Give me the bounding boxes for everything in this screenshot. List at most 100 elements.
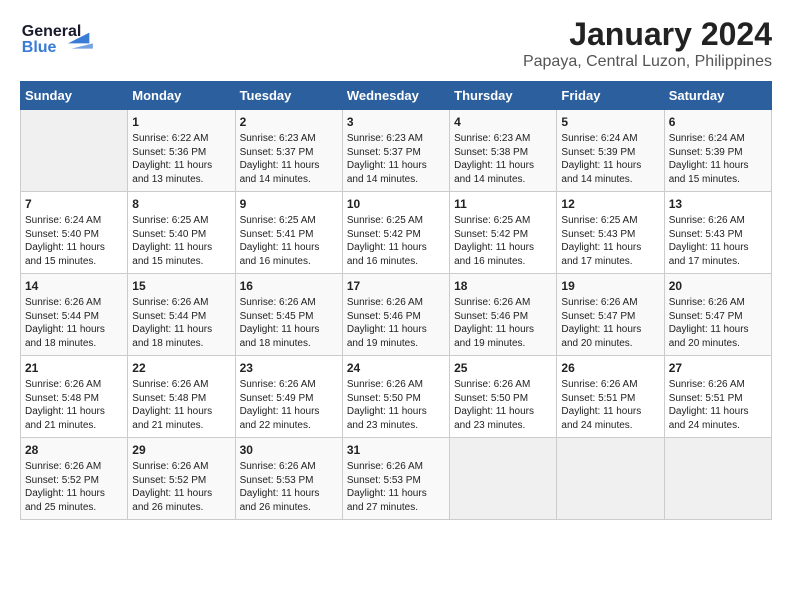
calendar-cell: 30Sunrise: 6:26 AMSunset: 5:53 PMDayligh… [235, 438, 342, 520]
sunset-text: Sunset: 5:43 PM [669, 228, 767, 242]
day-number: 30 [240, 442, 338, 458]
sunset-text: Sunset: 5:51 PM [561, 392, 659, 406]
sunrise-text: Sunrise: 6:23 AM [240, 132, 338, 146]
calendar-cell: 23Sunrise: 6:26 AMSunset: 5:49 PMDayligh… [235, 356, 342, 438]
sunrise-text: Sunrise: 6:26 AM [240, 378, 338, 392]
calendar-cell: 24Sunrise: 6:26 AMSunset: 5:50 PMDayligh… [342, 356, 449, 438]
daylight-text: Daylight: 11 hours and 16 minutes. [240, 241, 338, 268]
sunset-text: Sunset: 5:52 PM [25, 474, 123, 488]
day-number: 26 [561, 360, 659, 376]
sunset-text: Sunset: 5:47 PM [669, 310, 767, 324]
location-title: Papaya, Central Luzon, Philippines [523, 53, 772, 71]
title-section: January 2024 Papaya, Central Luzon, Phil… [523, 16, 772, 71]
calendar-cell: 18Sunrise: 6:26 AMSunset: 5:46 PMDayligh… [450, 274, 557, 356]
calendar-cell: 10Sunrise: 6:25 AMSunset: 5:42 PMDayligh… [342, 192, 449, 274]
day-number: 6 [669, 114, 767, 130]
calendar-cell: 31Sunrise: 6:26 AMSunset: 5:53 PMDayligh… [342, 438, 449, 520]
sunrise-text: Sunrise: 6:26 AM [25, 296, 123, 310]
month-title: January 2024 [523, 16, 772, 53]
sunset-text: Sunset: 5:41 PM [240, 228, 338, 242]
sunrise-text: Sunrise: 6:26 AM [454, 296, 552, 310]
sunset-text: Sunset: 5:44 PM [25, 310, 123, 324]
day-number: 12 [561, 196, 659, 212]
calendar-cell: 28 Sunrise: 6:26 AMSunset: 5:52 PMDayligh… [21, 438, 128, 520]
daylight-text: Daylight: 11 hours and 21 minutes. [132, 405, 230, 432]
calendar-cell: 17Sunrise: 6:26 AMSunset: 5:46 PMDayligh… [342, 274, 449, 356]
sunset-text: Sunset: 5:37 PM [240, 146, 338, 160]
logo: General Blue [20, 16, 100, 60]
daylight-text: Daylight: 11 hours and 26 minutes. [132, 487, 230, 514]
calendar-cell: 29Sunrise: 6:26 AMSunset: 5:52 PMDayligh… [128, 438, 235, 520]
daylight-text: Daylight: 11 hours and 19 minutes. [454, 323, 552, 350]
calendar-cell: 4Sunrise: 6:23 AMSunset: 5:38 PMDaylight… [450, 110, 557, 192]
sunset-text: Sunset: 5:46 PM [454, 310, 552, 324]
daylight-text: Daylight: 11 hours and 13 minutes. [132, 159, 230, 186]
day-number: 5 [561, 114, 659, 130]
calendar-cell: 27Sunrise: 6:26 AMSunset: 5:51 PMDayligh… [664, 356, 771, 438]
day-number: 22 [132, 360, 230, 376]
day-number: 10 [347, 196, 445, 212]
day-number: 2 [240, 114, 338, 130]
sunrise-text: Sunrise: 6:25 AM [561, 214, 659, 228]
daylight-text: Daylight: 11 hours and 21 minutes. [25, 405, 123, 432]
sunrise-text: Sunrise: 6:26 AM [454, 378, 552, 392]
daylight-text: Daylight: 11 hours and 20 minutes. [669, 323, 767, 350]
sunset-text: Sunset: 5:45 PM [240, 310, 338, 324]
daylight-text: Daylight: 11 hours and 17 minutes. [669, 241, 767, 268]
day-number: 19 [561, 278, 659, 294]
sunset-text: Sunset: 5:48 PM [132, 392, 230, 406]
calendar-cell: 19Sunrise: 6:26 AMSunset: 5:47 PMDayligh… [557, 274, 664, 356]
sunset-text: Sunset: 5:39 PM [561, 146, 659, 160]
day-number: 14 [25, 278, 123, 294]
sunrise-text: Sunrise: 6:26 AM [132, 378, 230, 392]
daylight-text: Daylight: 11 hours and 15 minutes. [25, 241, 123, 268]
calendar-cell [664, 438, 771, 520]
svg-text:General: General [22, 23, 82, 40]
day-number: 9 [240, 196, 338, 212]
sunrise-text: Sunrise: 6:26 AM [132, 296, 230, 310]
sunrise-text: Sunrise: 6:26 AM [669, 296, 767, 310]
calendar-cell: 11Sunrise: 6:25 AMSunset: 5:42 PMDayligh… [450, 192, 557, 274]
sunset-text: Sunset: 5:40 PM [132, 228, 230, 242]
daylight-text: Daylight: 11 hours and 25 minutes. [25, 487, 123, 514]
day-number: 27 [669, 360, 767, 376]
day-number: 25 [454, 360, 552, 376]
day-number: 28 [25, 442, 123, 458]
sunset-text: Sunset: 5:42 PM [454, 228, 552, 242]
sunrise-text: Sunrise: 6:25 AM [240, 214, 338, 228]
svg-text:Blue: Blue [22, 39, 57, 56]
week-row-3: 14Sunrise: 6:26 AMSunset: 5:44 PMDayligh… [21, 274, 772, 356]
sunset-text: Sunset: 5:50 PM [347, 392, 445, 406]
day-number: 13 [669, 196, 767, 212]
calendar-cell: 26Sunrise: 6:26 AMSunset: 5:51 PMDayligh… [557, 356, 664, 438]
calendar-cell: 20Sunrise: 6:26 AMSunset: 5:47 PMDayligh… [664, 274, 771, 356]
sunset-text: Sunset: 5:52 PM [132, 474, 230, 488]
daylight-text: Daylight: 11 hours and 14 minutes. [240, 159, 338, 186]
sunrise-text: Sunrise: 6:25 AM [454, 214, 552, 228]
sunrise-text: Sunrise: 6:26 AM [25, 460, 123, 474]
sunrise-text: Sunrise: 6:26 AM [25, 378, 123, 392]
daylight-text: Daylight: 11 hours and 14 minutes. [561, 159, 659, 186]
sunrise-text: Sunrise: 6:26 AM [347, 378, 445, 392]
calendar-table: SundayMondayTuesdayWednesdayThursdayFrid… [20, 81, 772, 520]
column-header-thursday: Thursday [450, 82, 557, 110]
column-header-sunday: Sunday [21, 82, 128, 110]
sunrise-text: Sunrise: 6:24 AM [25, 214, 123, 228]
sunrise-text: Sunrise: 6:25 AM [347, 214, 445, 228]
calendar-cell: 15Sunrise: 6:26 AMSunset: 5:44 PMDayligh… [128, 274, 235, 356]
calendar-cell: 25Sunrise: 6:26 AMSunset: 5:50 PMDayligh… [450, 356, 557, 438]
calendar-cell: 2 Sunrise: 6:23 AMSunset: 5:37 PMDaylight… [235, 110, 342, 192]
daylight-text: Daylight: 11 hours and 15 minutes. [669, 159, 767, 186]
daylight-text: Daylight: 11 hours and 23 minutes. [347, 405, 445, 432]
sunrise-text: Sunrise: 6:26 AM [669, 378, 767, 392]
calendar-cell: 22 Sunrise: 6:26 AMSunset: 5:48 PMDayligh… [128, 356, 235, 438]
header: General Blue January 2024 Papaya, Centra… [20, 16, 772, 71]
sunrise-text: Sunrise: 6:26 AM [347, 460, 445, 474]
day-number: 16 [240, 278, 338, 294]
sunset-text: Sunset: 5:38 PM [454, 146, 552, 160]
sunset-text: Sunset: 5:50 PM [454, 392, 552, 406]
column-header-saturday: Saturday [664, 82, 771, 110]
day-number: 29 [132, 442, 230, 458]
daylight-text: Daylight: 11 hours and 16 minutes. [347, 241, 445, 268]
daylight-text: Daylight: 11 hours and 17 minutes. [561, 241, 659, 268]
